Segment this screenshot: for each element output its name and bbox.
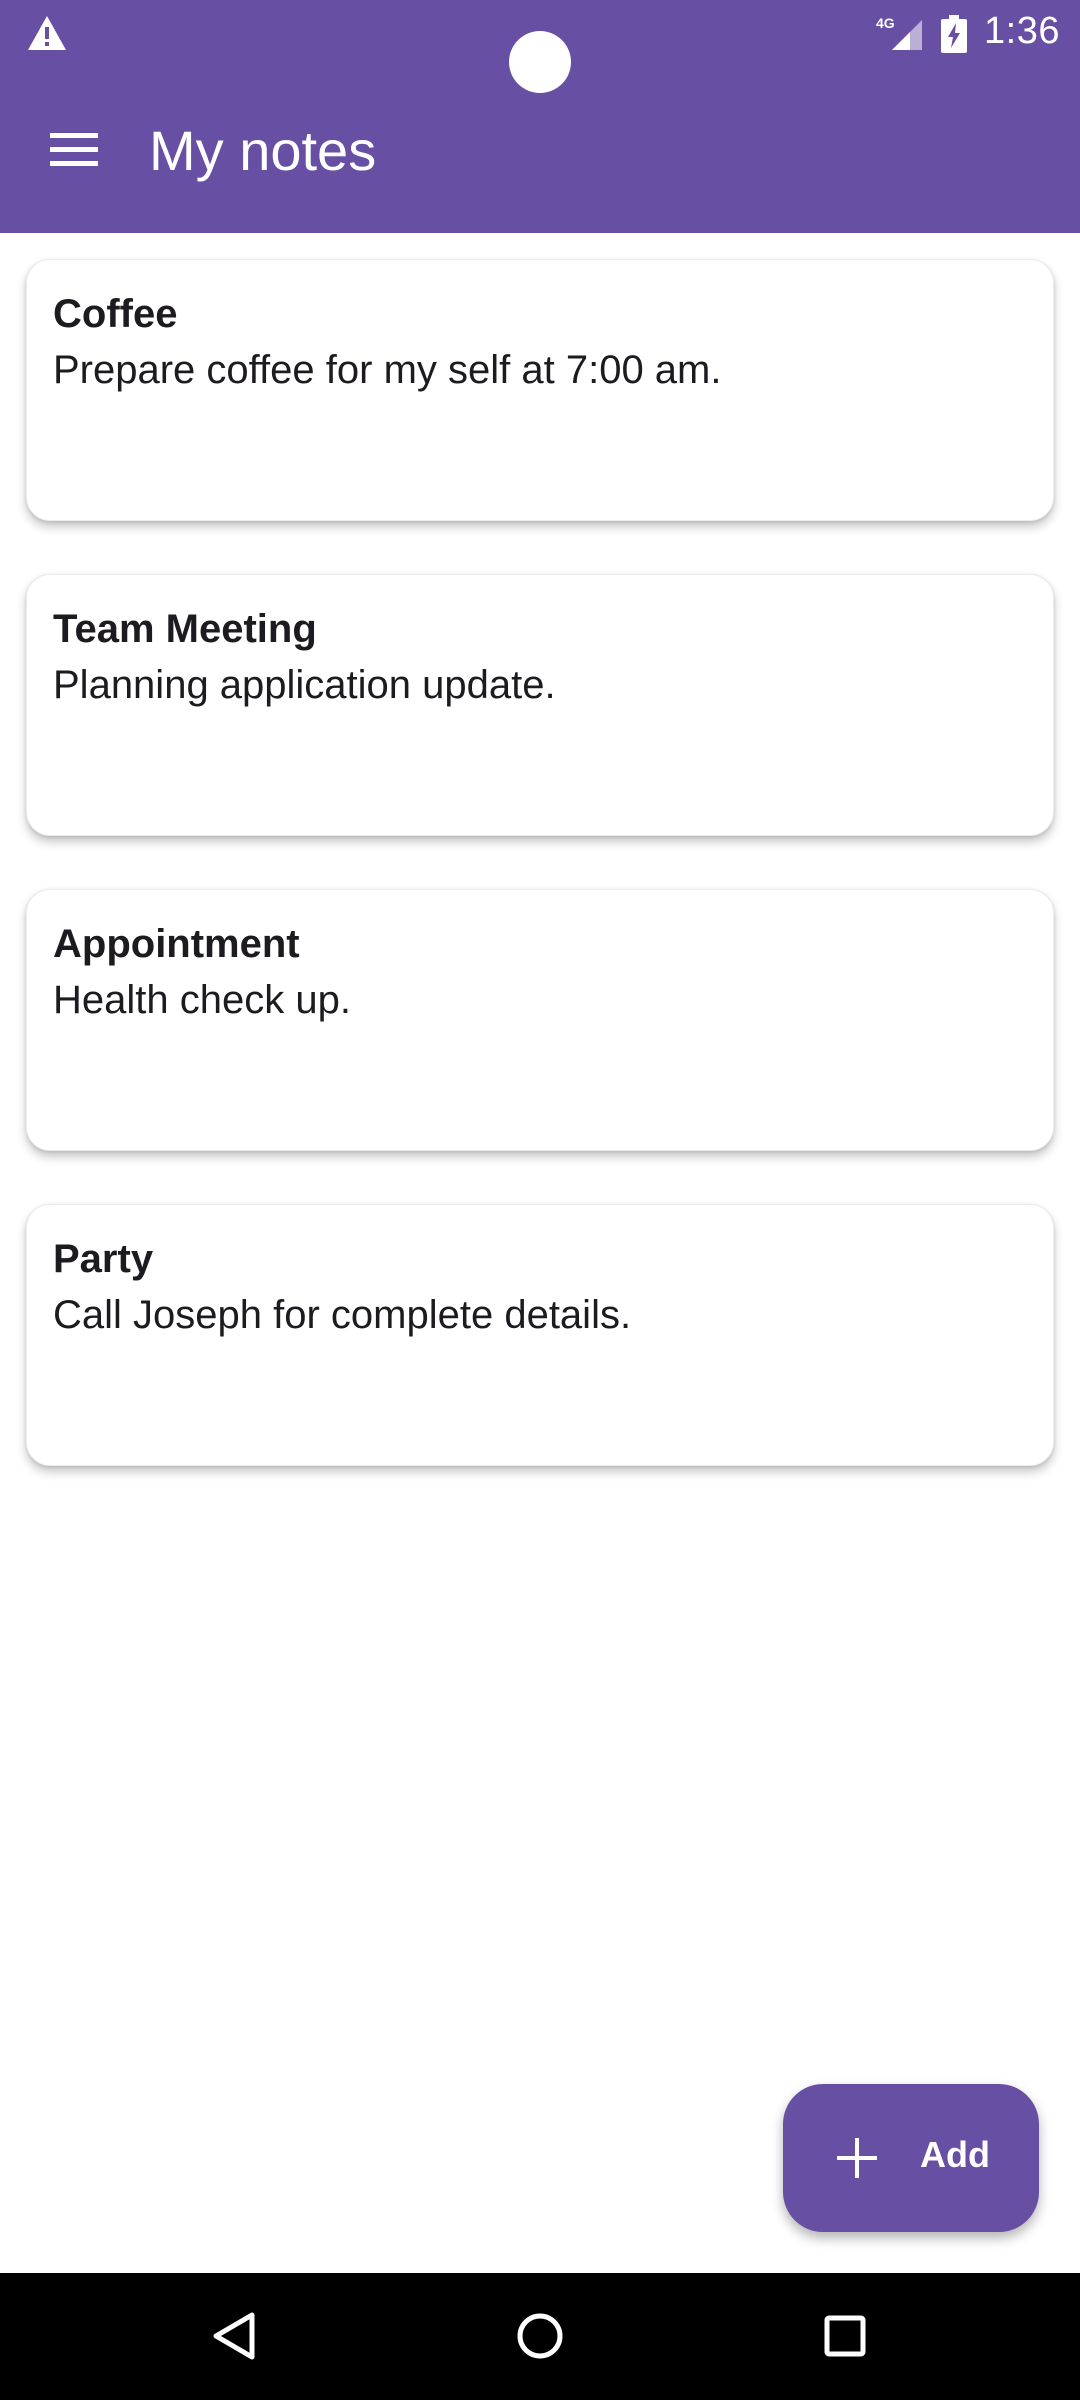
note-title: Team Meeting <box>53 607 317 651</box>
battery-charging-icon <box>941 15 967 53</box>
status-bar: 4G 1:36 <box>0 0 1080 93</box>
add-button-label: Add <box>920 2134 990 2175</box>
note-card[interactable]: Team Meeting Planning application update… <box>26 574 1054 836</box>
network-type-label: 4G <box>876 15 895 31</box>
status-time: 1:36 <box>984 10 1060 52</box>
top-app-bar: 4G 1:36 My notes <box>0 0 1080 233</box>
note-card[interactable]: Party Call Joseph for complete details. <box>26 1204 1054 1466</box>
note-card[interactable]: Coffee Prepare coffee for my self at 7:0… <box>26 259 1054 521</box>
page-title: My notes <box>149 119 377 182</box>
add-note-button[interactable]: Add <box>783 2084 1039 2232</box>
note-body: Planning application update. <box>53 663 556 707</box>
note-title: Party <box>53 1237 154 1281</box>
note-title: Coffee <box>53 292 178 336</box>
note-card[interactable]: Appointment Health check up. <box>26 889 1054 1151</box>
note-title: Appointment <box>53 922 300 966</box>
home-icon[interactable] <box>505 2301 575 2371</box>
recents-icon[interactable] <box>810 2301 880 2371</box>
cellular-signal-icon: 4G <box>876 15 922 50</box>
system-navigation-bar <box>0 2273 1080 2400</box>
menu-button[interactable] <box>30 112 118 188</box>
hamburger-menu-icon <box>50 133 98 166</box>
camera-cutout <box>509 31 571 93</box>
note-body: Health check up. <box>53 978 351 1022</box>
note-body: Call Joseph for complete details. <box>53 1293 632 1337</box>
plus-icon <box>837 2138 877 2178</box>
note-body: Prepare coffee for my self at 7:00 am. <box>53 348 722 392</box>
back-icon[interactable] <box>200 2301 270 2371</box>
warning-icon <box>28 16 66 50</box>
